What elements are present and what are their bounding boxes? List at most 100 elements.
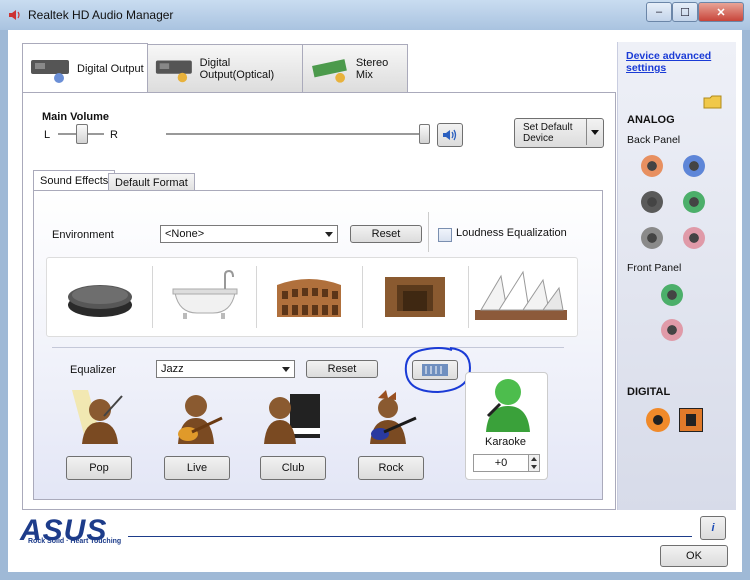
- rock-preset-icon[interactable]: [362, 388, 422, 448]
- tab-digital-output[interactable]: Digital Output: [22, 43, 148, 94]
- loudness-equalization-checkbox[interactable]: [438, 228, 452, 242]
- divider: [52, 347, 564, 348]
- set-default-device-button[interactable]: Set Default Device: [514, 118, 604, 148]
- coaxial-output-jack[interactable]: [646, 408, 670, 432]
- guitarist-icon: [178, 395, 223, 444]
- chevron-down-icon: [325, 232, 333, 237]
- equalizer-reset-button[interactable]: Reset: [306, 360, 378, 378]
- back-panel-jack[interactable]: [641, 191, 663, 213]
- front-panel-label: Front Panel: [627, 262, 682, 274]
- set-default-line2: Device: [523, 133, 554, 144]
- rock-button[interactable]: Rock: [358, 456, 424, 480]
- divider: [152, 266, 153, 328]
- maximize-button[interactable]: ☐: [672, 2, 698, 22]
- chevron-down-icon: [591, 129, 599, 135]
- optical-device-icon: [155, 60, 192, 83]
- optical-output-jack[interactable]: [679, 408, 703, 432]
- volume-slider-thumb[interactable]: [419, 124, 430, 144]
- colosseum-icon: [277, 279, 341, 317]
- club-preset-icon[interactable]: [262, 388, 322, 448]
- sound-card-icon: [312, 59, 347, 83]
- balance-left-label: L: [44, 129, 51, 141]
- back-panel-label: Back Panel: [627, 134, 681, 146]
- set-default-line1: Set Default: [523, 122, 573, 133]
- main-volume-title: Main Volume: [42, 111, 110, 123]
- balance-right-label: R: [110, 129, 118, 141]
- bathtub-icon: [172, 269, 238, 319]
- digital-heading: DIGITAL: [627, 386, 671, 398]
- pop-preset-icon[interactable]: [68, 388, 128, 448]
- tab-label: Stereo Mix: [355, 57, 389, 81]
- info-button[interactable]: i: [700, 516, 726, 540]
- back-panel-jack[interactable]: [641, 155, 663, 177]
- tab-label: Digital Output(Optical): [199, 57, 275, 81]
- device-advanced-settings-link[interactable]: Device advanced settings: [626, 50, 711, 74]
- window-title: Realtek HD Audio Manager: [28, 8, 174, 22]
- tab-label: Digital Output: [77, 63, 144, 75]
- front-panel-jack[interactable]: [661, 319, 683, 341]
- back-panel-jack[interactable]: [683, 191, 705, 213]
- back-panel-jack[interactable]: [683, 227, 705, 249]
- jack-core: [653, 415, 663, 425]
- chevron-down-icon[interactable]: [531, 465, 537, 469]
- asus-tagline: Rock Solid · Heart Touching: [28, 538, 122, 545]
- back-panel-jack[interactable]: [683, 155, 705, 177]
- club-button[interactable]: Club: [260, 456, 326, 480]
- opera-house-icon: [475, 270, 567, 320]
- divider: [362, 266, 363, 328]
- ok-button[interactable]: OK: [660, 545, 728, 567]
- equalizer-select[interactable]: Jazz: [156, 360, 295, 378]
- tab-stereo-mix[interactable]: Stereo Mix: [302, 44, 408, 93]
- chevron-down-icon: [282, 367, 290, 372]
- environment-select[interactable]: <None>: [160, 225, 338, 243]
- environment-preset-stone[interactable]: [50, 260, 150, 332]
- environment-label: Environment: [52, 229, 114, 241]
- speaker-app-icon: [9, 10, 20, 20]
- tab-sound-effects[interactable]: Sound Effects: [33, 170, 116, 191]
- equalizer-label: Equalizer: [70, 364, 116, 376]
- set-default-dropdown-arrow[interactable]: [586, 119, 603, 145]
- link-line1: Device advanced: [626, 50, 712, 62]
- environment-preset-bathtub[interactable]: [155, 260, 255, 332]
- back-panel-jack[interactable]: [641, 227, 663, 249]
- folder-icon[interactable]: [703, 94, 723, 110]
- karaoke-value-field[interactable]: +0: [473, 454, 529, 472]
- environment-selected: <None>: [165, 228, 205, 240]
- environment-preset-colosseum[interactable]: [259, 260, 359, 332]
- divider: [428, 212, 429, 252]
- pop-button[interactable]: Pop: [66, 456, 132, 480]
- speaker-icon: [443, 129, 457, 141]
- jack-core: [686, 414, 696, 426]
- live-preset-icon[interactable]: [170, 388, 230, 448]
- divider: [468, 266, 469, 328]
- balance-slider-thumb[interactable]: [76, 124, 88, 144]
- environment-reset-button[interactable]: Reset: [350, 225, 422, 243]
- link-line2: settings: [626, 62, 667, 74]
- environment-preset-room[interactable]: [365, 260, 465, 332]
- close-button[interactable]: ✕: [698, 2, 744, 22]
- analog-heading: ANALOG: [627, 114, 675, 126]
- live-button[interactable]: Live: [164, 456, 230, 480]
- minimize-button[interactable]: –: [646, 2, 672, 22]
- environment-preset-opera-house[interactable]: [471, 260, 571, 332]
- divider: [256, 266, 257, 328]
- tab-default-format[interactable]: Default Format: [108, 173, 195, 191]
- rock-guitarist-icon: [370, 390, 417, 444]
- mute-button[interactable]: [437, 123, 463, 147]
- footer-divider: [128, 536, 692, 537]
- pop-singer-icon: [72, 390, 123, 444]
- stone-icon: [68, 285, 132, 317]
- tab-digital-output-optical[interactable]: Digital Output(Optical): [147, 44, 303, 93]
- device-icon: [31, 60, 69, 83]
- loudness-equalization-label: Loudness Equalization: [456, 227, 567, 239]
- room-icon: [385, 277, 445, 317]
- pianist-icon: [264, 394, 320, 444]
- karaoke-spinner[interactable]: [528, 454, 540, 472]
- equalizer-selected: Jazz: [161, 363, 184, 375]
- connector-settings-panel: [617, 42, 736, 510]
- chevron-up-icon[interactable]: [531, 457, 537, 461]
- front-panel-jack[interactable]: [661, 284, 683, 306]
- volume-track: [166, 133, 424, 135]
- karaoke-singer-icon: [486, 379, 530, 432]
- karaoke-label: Karaoke: [485, 436, 526, 448]
